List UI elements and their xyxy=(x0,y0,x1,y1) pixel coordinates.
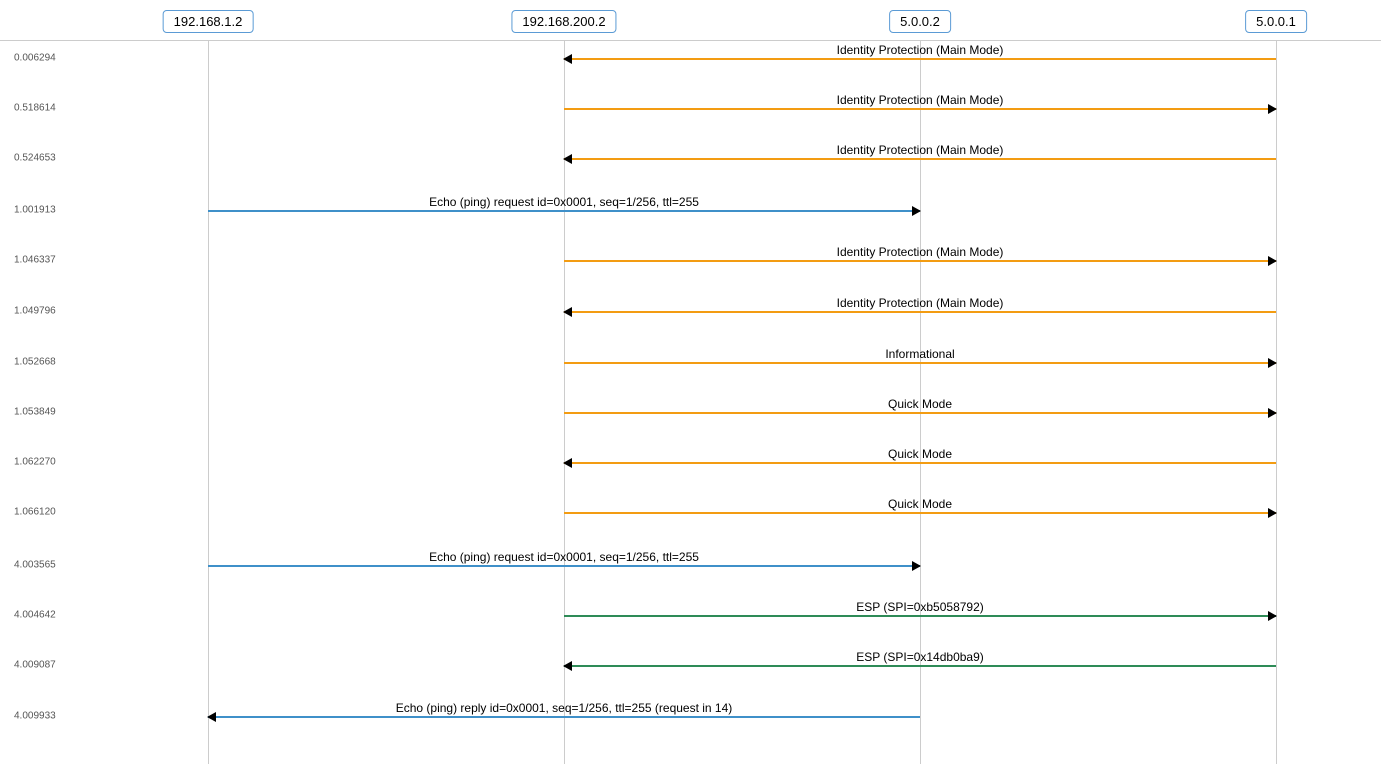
actor-5-0-0-2[interactable]: 5.0.0.2 xyxy=(889,10,951,33)
message-label: Quick Mode xyxy=(888,397,952,411)
flow-message[interactable]: ESP (SPI=0x14db0ba9) xyxy=(564,665,1276,667)
flow-message[interactable]: Identity Protection (Main Mode) xyxy=(564,311,1276,313)
flow-message[interactable]: Informational xyxy=(564,362,1276,364)
actor-5-0-0-1[interactable]: 5.0.0.1 xyxy=(1245,10,1307,33)
flow-message[interactable]: Echo (ping) request id=0x0001, seq=1/256… xyxy=(208,210,920,212)
message-label: ESP (SPI=0xb5058792) xyxy=(856,600,984,614)
timestamp: 4.003565 xyxy=(14,560,56,571)
arrowhead-icon xyxy=(563,307,572,317)
lifeline xyxy=(1276,40,1277,764)
arrowhead-icon xyxy=(1268,104,1277,114)
flow-message[interactable]: Quick Mode xyxy=(564,412,1276,414)
timestamp: 1.066120 xyxy=(14,507,56,518)
arrowhead-icon xyxy=(563,154,572,164)
message-label: Identity Protection (Main Mode) xyxy=(837,93,1004,107)
message-label: Identity Protection (Main Mode) xyxy=(837,296,1004,310)
timestamp: 4.009087 xyxy=(14,660,56,671)
flow-message[interactable]: ESP (SPI=0xb5058792) xyxy=(564,615,1276,617)
flow-message[interactable]: Echo (ping) request id=0x0001, seq=1/256… xyxy=(208,565,920,567)
arrowhead-icon xyxy=(563,54,572,64)
flow-message[interactable]: Quick Mode xyxy=(564,512,1276,514)
arrowhead-icon xyxy=(912,206,921,216)
actor-label: 5.0.0.2 xyxy=(900,14,940,29)
timestamp: 1.062270 xyxy=(14,457,56,468)
arrowhead-icon xyxy=(1268,358,1277,368)
flow-message[interactable]: Identity Protection (Main Mode) xyxy=(564,158,1276,160)
timestamp: 0.006294 xyxy=(14,53,56,64)
message-label: ESP (SPI=0x14db0ba9) xyxy=(856,650,984,664)
timestamp: 1.049796 xyxy=(14,306,56,317)
timestamp: 1.053849 xyxy=(14,407,56,418)
arrowhead-icon xyxy=(207,712,216,722)
message-label: Identity Protection (Main Mode) xyxy=(837,43,1004,57)
message-label: Identity Protection (Main Mode) xyxy=(837,245,1004,259)
timestamp: 1.052668 xyxy=(14,357,56,368)
flow-message[interactable]: Echo (ping) reply id=0x0001, seq=1/256, … xyxy=(208,716,920,718)
message-label: Echo (ping) request id=0x0001, seq=1/256… xyxy=(429,195,699,209)
timestamp: 4.009933 xyxy=(14,711,56,722)
actor-192-168-1-2[interactable]: 192.168.1.2 xyxy=(163,10,254,33)
lifeline xyxy=(564,40,565,764)
arrowhead-icon xyxy=(1268,611,1277,621)
message-label: Quick Mode xyxy=(888,497,952,511)
timestamp: 1.046337 xyxy=(14,255,56,266)
flow-message[interactable]: Identity Protection (Main Mode) xyxy=(564,108,1276,110)
arrowhead-icon xyxy=(1268,408,1277,418)
message-label: Informational xyxy=(885,347,954,361)
arrowhead-icon xyxy=(563,458,572,468)
message-label: Quick Mode xyxy=(888,447,952,461)
timestamp: 4.004642 xyxy=(14,610,56,621)
actor-192-168-200-2[interactable]: 192.168.200.2 xyxy=(511,10,616,33)
message-label: Echo (ping) reply id=0x0001, seq=1/256, … xyxy=(396,701,733,715)
arrowhead-icon xyxy=(1268,508,1277,518)
actor-label: 192.168.200.2 xyxy=(522,14,605,29)
arrowhead-icon xyxy=(912,561,921,571)
message-label: Echo (ping) request id=0x0001, seq=1/256… xyxy=(429,550,699,564)
timestamp: 0.524653 xyxy=(14,153,56,164)
lifeline xyxy=(208,40,209,764)
actor-label: 192.168.1.2 xyxy=(174,14,243,29)
timestamp: 1.001913 xyxy=(14,205,56,216)
timestamp: 0.518614 xyxy=(14,103,56,114)
flow-message[interactable]: Quick Mode xyxy=(564,462,1276,464)
arrowhead-icon xyxy=(1268,256,1277,266)
message-label: Identity Protection (Main Mode) xyxy=(837,143,1004,157)
actor-label: 5.0.0.1 xyxy=(1256,14,1296,29)
flow-message[interactable]: Identity Protection (Main Mode) xyxy=(564,260,1276,262)
flow-message[interactable]: Identity Protection (Main Mode) xyxy=(564,58,1276,60)
arrowhead-icon xyxy=(563,661,572,671)
